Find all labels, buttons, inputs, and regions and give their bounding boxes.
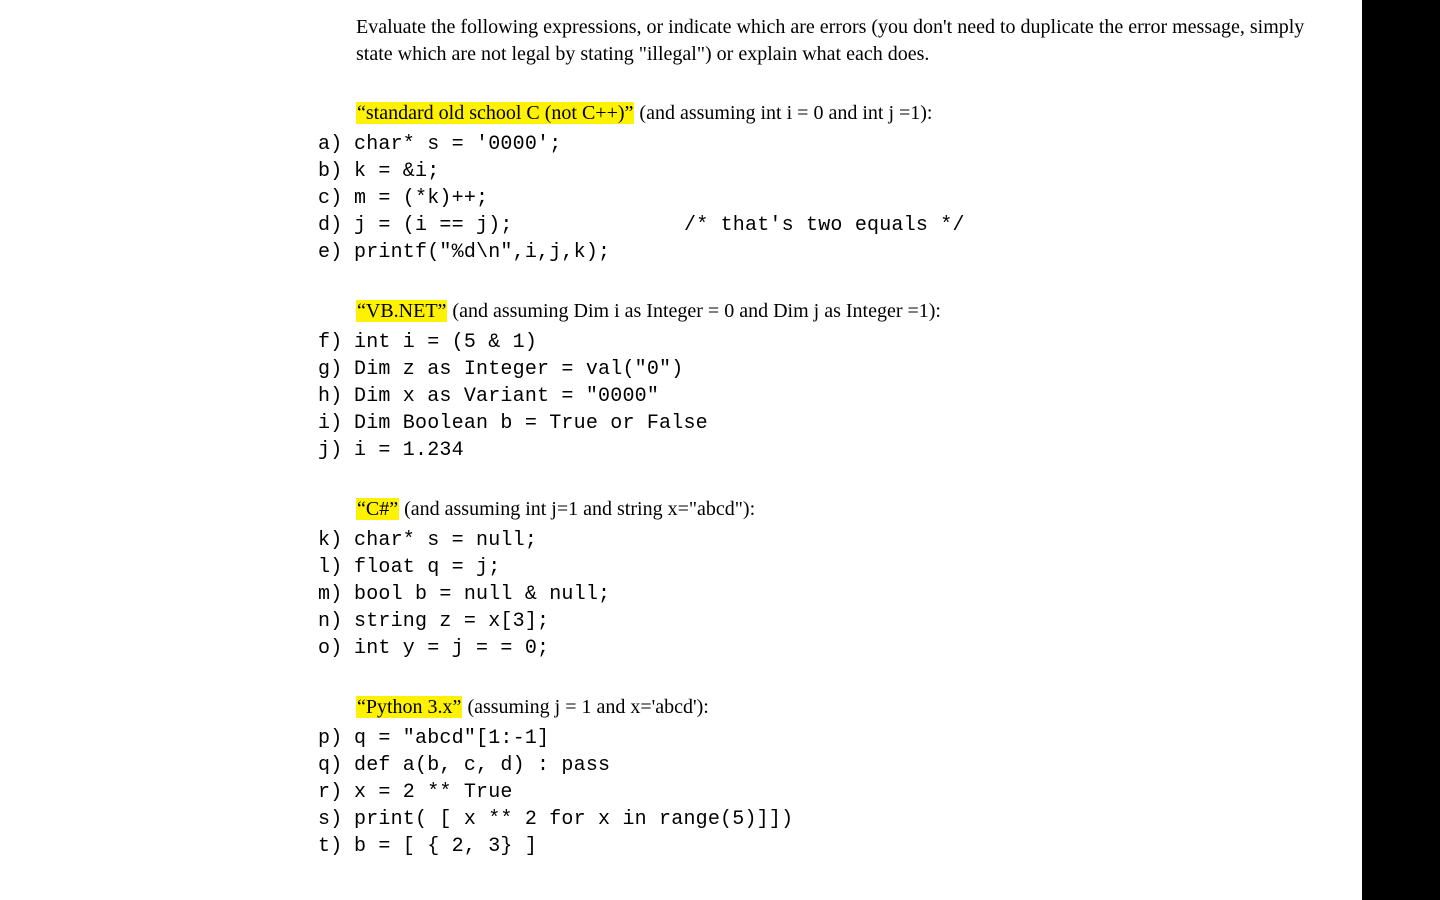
- section-python-header: “Python 3.x” (assuming j = 1 and x='abcd…: [356, 694, 1318, 721]
- item-code: string z = x[3];: [354, 608, 684, 635]
- item-label: j): [318, 437, 354, 464]
- code-line: o)int y = j = = 0;: [318, 635, 1318, 662]
- code-line: j)i = 1.234: [318, 437, 1318, 464]
- code-line: i)Dim Boolean b = True or False: [318, 410, 1318, 437]
- section-c-header: “standard old school C (not C++)” (and a…: [356, 100, 1318, 127]
- item-label: l): [318, 554, 354, 581]
- item-code: k = &i;: [354, 158, 684, 185]
- code-line: h)Dim x as Variant = "0000": [318, 383, 1318, 410]
- item-label: p): [318, 725, 354, 752]
- item-label: a): [318, 131, 354, 158]
- instructions-paragraph: Evaluate the following expressions, or i…: [356, 14, 1318, 68]
- section-vbnet-code: f)int i = (5 & 1) g)Dim z as Integer = v…: [318, 329, 1318, 464]
- item-code: char* s = null;: [354, 527, 684, 554]
- item-label: s): [318, 806, 354, 833]
- item-code: i = 1.234: [354, 437, 684, 464]
- code-line: t)b = [ { 2, 3} ]: [318, 833, 1318, 860]
- code-line: a)char* s = '0000';: [318, 131, 1318, 158]
- item-label: g): [318, 356, 354, 383]
- section-csharp-title: “C#”: [356, 498, 399, 520]
- item-code: Dim Boolean b = True or False: [354, 410, 684, 437]
- item-label: c): [318, 185, 354, 212]
- item-label: m): [318, 581, 354, 608]
- item-code: char* s = '0000';: [354, 131, 684, 158]
- section-csharp-header: “C#” (and assuming int j=1 and string x=…: [356, 496, 1318, 523]
- section-python-title: “Python 3.x”: [356, 696, 462, 718]
- section-vbnet-title: “VB.NET”: [356, 300, 447, 322]
- section-c-code: a)char* s = '0000'; b)k = &i; c)m = (*k)…: [318, 131, 1318, 266]
- item-code: printf("%d\n",i,j,k);: [354, 239, 684, 266]
- item-code: b = [ { 2, 3} ]: [354, 833, 684, 860]
- code-line: k)char* s = null;: [318, 527, 1318, 554]
- item-label: k): [318, 527, 354, 554]
- code-line: d)j = (i == j);/* that's two equals */: [318, 212, 1318, 239]
- section-c: “standard old school C (not C++)” (and a…: [318, 100, 1318, 266]
- code-line: e)printf("%d\n",i,j,k);: [318, 239, 1318, 266]
- item-label: n): [318, 608, 354, 635]
- code-line: g)Dim z as Integer = val("0"): [318, 356, 1318, 383]
- item-code: int i = (5 & 1): [354, 329, 684, 356]
- code-line: m)bool b = null & null;: [318, 581, 1318, 608]
- item-label: q): [318, 752, 354, 779]
- item-label: o): [318, 635, 354, 662]
- code-line: r)x = 2 ** True: [318, 779, 1318, 806]
- item-code: float q = j;: [354, 554, 684, 581]
- document-page: Evaluate the following expressions, or i…: [0, 0, 1440, 900]
- code-line: l)float q = j;: [318, 554, 1318, 581]
- item-code: int y = j = = 0;: [354, 635, 684, 662]
- section-vbnet: “VB.NET” (and assuming Dim i as Integer …: [318, 298, 1318, 464]
- item-label: d): [318, 212, 354, 239]
- code-line: n)string z = x[3];: [318, 608, 1318, 635]
- code-line: p)q = "abcd"[1:-1]: [318, 725, 1318, 752]
- item-code: m = (*k)++;: [354, 185, 684, 212]
- item-code: j = (i == j);: [354, 212, 684, 239]
- section-csharp: “C#” (and assuming int j=1 and string x=…: [318, 496, 1318, 662]
- code-line: c)m = (*k)++;: [318, 185, 1318, 212]
- body-content: Evaluate the following expressions, or i…: [318, 14, 1318, 860]
- item-code: bool b = null & null;: [354, 581, 684, 608]
- section-python-header-rest: (assuming j = 1 and x='abcd'):: [462, 696, 708, 718]
- item-label: f): [318, 329, 354, 356]
- section-c-title: “standard old school C (not C++)”: [356, 102, 634, 124]
- item-label: b): [318, 158, 354, 185]
- code-line: b)k = &i;: [318, 158, 1318, 185]
- item-comment: /* that's two equals */: [684, 212, 965, 239]
- item-code: x = 2 ** True: [354, 779, 684, 806]
- section-python: “Python 3.x” (assuming j = 1 and x='abcd…: [318, 694, 1318, 860]
- item-code: Dim x as Variant = "0000": [354, 383, 684, 410]
- code-line: q)def a(b, c, d) : pass: [318, 752, 1318, 779]
- right-dark-band: [1362, 0, 1440, 900]
- item-code: q = "abcd"[1:-1]: [354, 725, 684, 752]
- item-code: Dim z as Integer = val("0"): [354, 356, 684, 383]
- item-label: r): [318, 779, 354, 806]
- instructions-explain: explain: [738, 43, 797, 65]
- item-code: print( [ x ** 2 for x in range(5)]]): [354, 806, 684, 833]
- code-line: s)print( [ x ** 2 for x in range(5)]]): [318, 806, 1318, 833]
- instructions-post: what each does.: [797, 43, 929, 65]
- item-label: i): [318, 410, 354, 437]
- section-c-header-rest: (and assuming int i = 0 and int j =1):: [634, 102, 932, 124]
- section-csharp-header-rest: (and assuming int j=1 and string x="abcd…: [399, 498, 755, 520]
- section-csharp-code: k)char* s = null; l)float q = j; m)bool …: [318, 527, 1318, 662]
- item-label: e): [318, 239, 354, 266]
- item-label: h): [318, 383, 354, 410]
- section-vbnet-header-rest: (and assuming Dim i as Integer = 0 and D…: [447, 300, 941, 322]
- section-vbnet-header: “VB.NET” (and assuming Dim i as Integer …: [356, 298, 1318, 325]
- item-code: def a(b, c, d) : pass: [354, 752, 684, 779]
- code-line: f)int i = (5 & 1): [318, 329, 1318, 356]
- section-python-code: p)q = "abcd"[1:-1] q)def a(b, c, d) : pa…: [318, 725, 1318, 860]
- item-label: t): [318, 833, 354, 860]
